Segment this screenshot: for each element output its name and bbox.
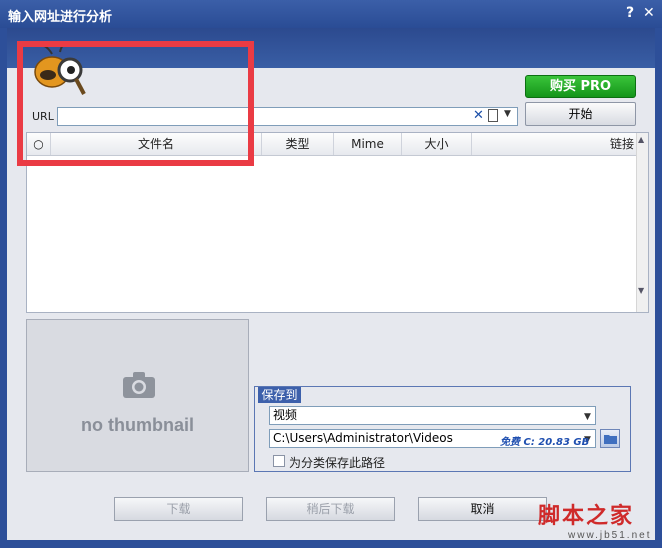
save-path-value: C:\Users\Administrator\Videos — [273, 431, 453, 445]
title-bar: 输入网址进行分析 ? ✕ — [0, 0, 662, 28]
column-mime[interactable]: Mime — [334, 133, 402, 155]
column-size[interactable]: 大小 — [402, 133, 472, 155]
clipboard-icon[interactable] — [488, 109, 498, 122]
watermark: 脚本之家 www.jb51.net — [538, 498, 662, 548]
thumbnail-preview: no thumbnail — [26, 319, 249, 472]
close-button[interactable]: ✕ — [643, 5, 655, 21]
chevron-down-icon[interactable]: ▼ — [504, 109, 511, 119]
save-path-checkbox[interactable] — [273, 455, 285, 467]
highlight-annotation — [17, 41, 254, 166]
cancel-button[interactable]: 取消 — [418, 497, 547, 521]
scroll-up-arrow-icon[interactable]: ▲ — [638, 135, 644, 144]
start-button[interactable]: 开始 — [525, 102, 636, 126]
window-title: 输入网址进行分析 — [8, 10, 113, 25]
folder-icon — [604, 435, 617, 444]
help-button[interactable]: ? — [626, 5, 634, 21]
no-thumbnail-text: no thumbnail — [81, 415, 194, 435]
download-button[interactable]: 下载 — [114, 497, 243, 521]
scroll-down-arrow-icon[interactable]: ▼ — [638, 286, 644, 295]
browse-folder-button[interactable] — [600, 429, 620, 448]
chevron-down-icon[interactable]: ▼ — [584, 409, 591, 426]
save-to-legend: 保存到 — [258, 387, 301, 403]
vertical-scrollbar[interactable]: ▲ ▼ — [636, 133, 648, 312]
camera-icon — [123, 372, 155, 398]
clear-x-icon[interactable]: ✕ — [473, 108, 484, 123]
free-space-label: 免费 C: 20.83 GB — [500, 437, 590, 448]
column-type[interactable]: 类型 — [262, 133, 334, 155]
save-path-checkbox-label: 为分类保存此路径 — [289, 456, 386, 470]
download-later-button[interactable]: 稍后下载 — [266, 497, 395, 521]
buy-pro-button[interactable]: 购买 PRO — [525, 75, 636, 98]
category-value: 视频 — [273, 408, 298, 422]
watermark-url: www.jb51.net — [568, 530, 652, 541]
category-select[interactable]: 视频 ▼ — [269, 406, 596, 425]
column-link[interactable]: 链接 — [472, 133, 636, 155]
watermark-main: 脚本之家 — [538, 503, 635, 529]
